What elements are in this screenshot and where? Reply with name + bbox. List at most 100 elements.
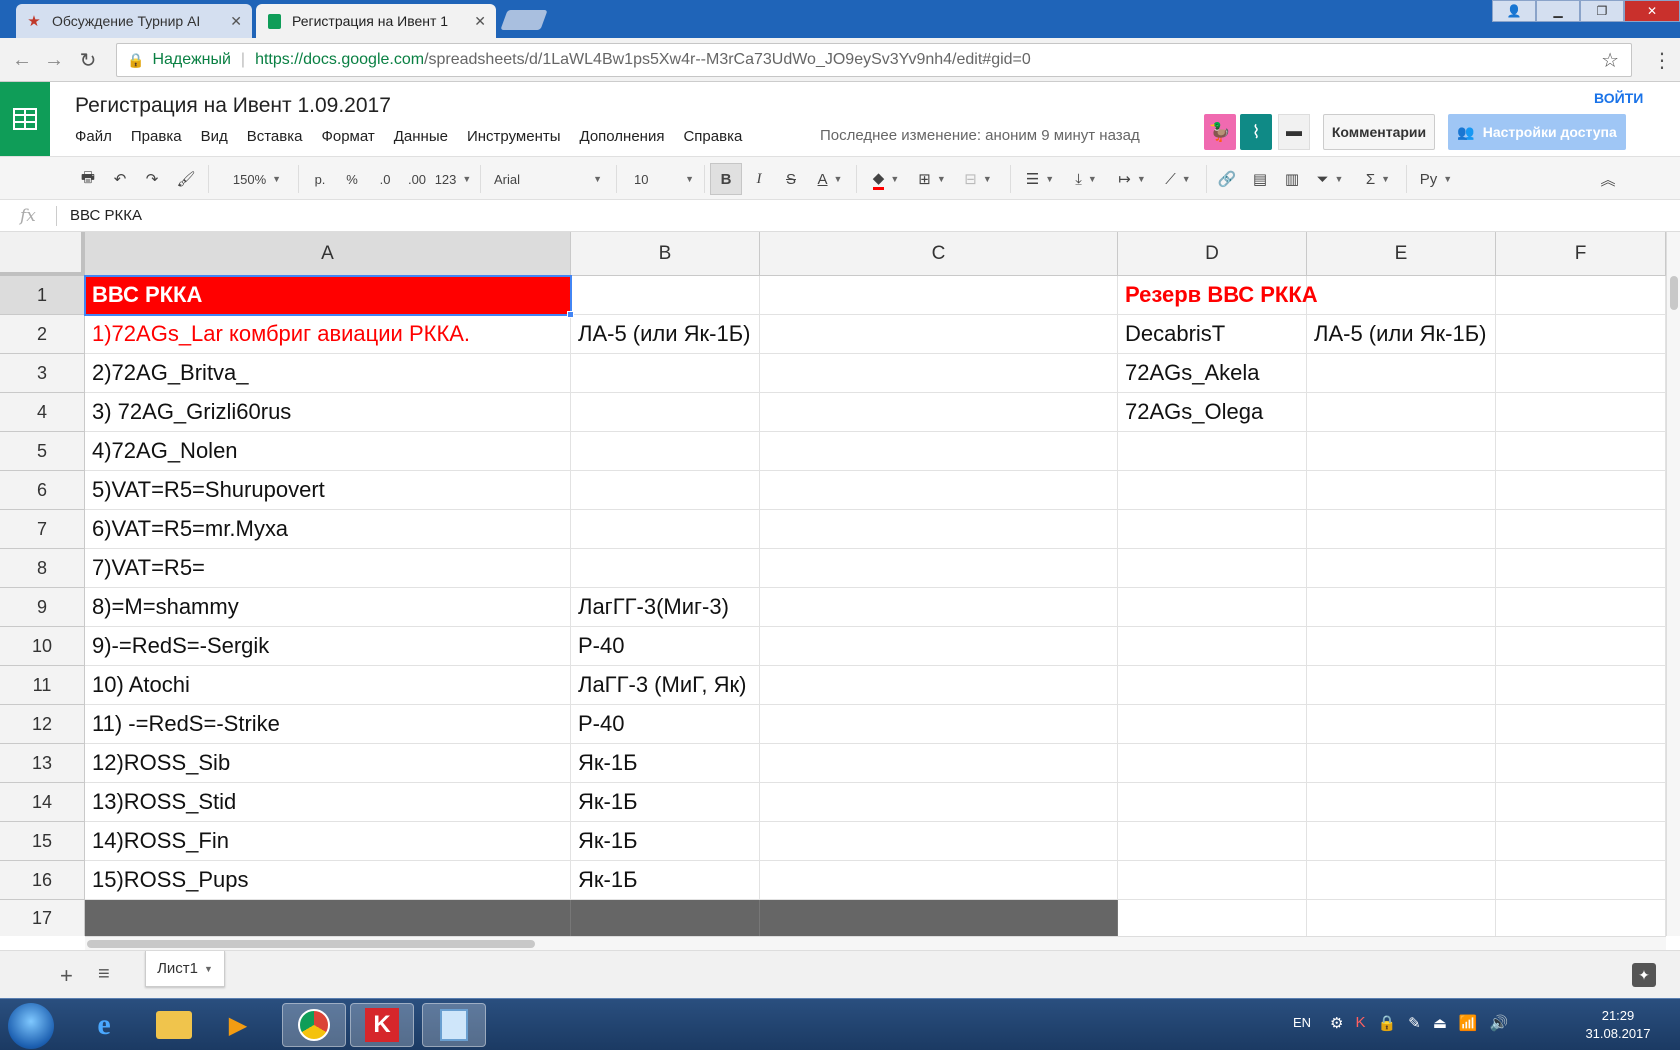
text-rotation-button[interactable]: ⟋ ▼ — [1160, 167, 1196, 191]
explore-icon[interactable]: ✦ — [1632, 963, 1656, 987]
currency-format-button[interactable]: р. — [310, 167, 330, 191]
italic-button[interactable]: I — [748, 167, 770, 191]
cell-f13[interactable] — [1496, 744, 1666, 783]
close-icon[interactable]: ✕ — [474, 13, 486, 30]
cell-b4[interactable] — [571, 393, 760, 432]
close-window-button[interactable]: ✕ — [1624, 0, 1680, 22]
url-input[interactable]: 🔒 Надежный | https://docs.google.com /sp… — [116, 43, 1632, 77]
horizontal-align-button[interactable]: ☰ ▼ — [1022, 167, 1058, 191]
reload-icon[interactable]: ↻ — [76, 48, 100, 72]
cell-e2[interactable]: ЛА-5 (или Як-1Б) — [1307, 315, 1496, 354]
cell-c7[interactable] — [760, 510, 1118, 549]
minimize-button[interactable]: ▁ — [1536, 0, 1580, 22]
cell-c8[interactable] — [760, 549, 1118, 588]
cell-a5[interactable]: 4)72AG_Nolen — [85, 432, 571, 471]
cell-f11[interactable] — [1496, 666, 1666, 705]
cell-a1[interactable]: ВВС РККА — [85, 276, 571, 315]
row-header-12[interactable]: 12 — [0, 705, 85, 744]
chat-icon[interactable]: ▬ — [1278, 114, 1310, 150]
cell-d7[interactable] — [1118, 510, 1307, 549]
anonymous-user-avatar[interactable]: ⌇ — [1240, 114, 1272, 150]
cell-d16[interactable] — [1118, 861, 1307, 900]
row-header-14[interactable]: 14 — [0, 783, 85, 822]
notepad-icon[interactable] — [422, 1003, 486, 1047]
add-sheet-icon[interactable]: + — [60, 963, 73, 989]
cell-d12[interactable] — [1118, 705, 1307, 744]
cell-c3[interactable] — [760, 354, 1118, 393]
cell-b16[interactable]: Як-1Б — [571, 861, 760, 900]
cell-a6[interactable]: 5)VAT=R5=Shurupovert — [85, 471, 571, 510]
cell-a16[interactable]: 15)ROSS_Pups — [85, 861, 571, 900]
cell-c2[interactable] — [760, 315, 1118, 354]
cell-f10[interactable] — [1496, 627, 1666, 666]
file-explorer-icon[interactable] — [142, 1003, 206, 1047]
cell-e9[interactable] — [1307, 588, 1496, 627]
media-player-icon[interactable]: ▶ — [206, 1003, 270, 1047]
cell-b5[interactable] — [571, 432, 760, 471]
more-formats-button[interactable]: 123 ▼ — [434, 167, 472, 191]
cell-d6[interactable] — [1118, 471, 1307, 510]
cell-f2[interactable] — [1496, 315, 1666, 354]
cell-d8[interactable] — [1118, 549, 1307, 588]
cell-a14[interactable]: 13)ROSS_Stid — [85, 783, 571, 822]
font-select[interactable]: Arial ▼ — [494, 167, 602, 191]
cell-f17[interactable] — [1496, 900, 1666, 936]
horizontal-scroll-thumb[interactable] — [87, 940, 535, 948]
security-icon[interactable]: 🔒 — [1377, 1014, 1396, 1032]
cell-d13[interactable] — [1118, 744, 1307, 783]
merge-cells-button[interactable]: ⊟ ▼ — [958, 167, 998, 191]
cell-b14[interactable]: Як-1Б — [571, 783, 760, 822]
paint-format-icon[interactable]: 🖌 — [174, 167, 198, 191]
kaspersky-tray-icon[interactable]: K — [1355, 1014, 1365, 1032]
row-header-9[interactable]: 9 — [0, 588, 85, 627]
cell-e14[interactable] — [1307, 783, 1496, 822]
cell-c12[interactable] — [760, 705, 1118, 744]
sheets-logo-icon[interactable] — [0, 82, 50, 156]
cell-b13[interactable]: Як-1Б — [571, 744, 760, 783]
doc-title[interactable]: Регистрация на Ивент 1.09.2017 — [75, 94, 391, 118]
cell-f14[interactable] — [1496, 783, 1666, 822]
cell-a4[interactable]: 3) 72AG_Grizli60rus — [85, 393, 571, 432]
cell-a9[interactable]: 8)=M=shammy — [85, 588, 571, 627]
cell-b11[interactable]: ЛаГГ-3 (МиГ, Як) — [571, 666, 760, 705]
cell-d9[interactable] — [1118, 588, 1307, 627]
internet-explorer-icon[interactable]: e — [72, 1003, 136, 1047]
filter-button[interactable]: ⏷ ▼ — [1312, 167, 1348, 191]
cell-f15[interactable] — [1496, 822, 1666, 861]
cell-a10[interactable]: 9)-=RedS=-Sergik — [85, 627, 571, 666]
cell-d15[interactable] — [1118, 822, 1307, 861]
cell-f4[interactable] — [1496, 393, 1666, 432]
cell-b12[interactable]: P-40 — [571, 705, 760, 744]
undo-icon[interactable]: ↶ — [108, 167, 132, 191]
cell-b17[interactable] — [571, 900, 760, 936]
cell-d10[interactable] — [1118, 627, 1307, 666]
cell-c10[interactable] — [760, 627, 1118, 666]
cell-c15[interactable] — [760, 822, 1118, 861]
cell-a3[interactable]: 2)72AG_Britva_ — [85, 354, 571, 393]
cell-f1[interactable] — [1496, 276, 1666, 315]
sheet-tab[interactable]: Лист1 ▼ — [145, 951, 225, 987]
cell-b7[interactable] — [571, 510, 760, 549]
menu-help[interactable]: Справка — [683, 128, 742, 145]
cell-e1[interactable] — [1307, 276, 1496, 315]
signin-link[interactable]: ВОЙТИ — [1594, 90, 1643, 106]
chart-icon[interactable]: ▥ — [1280, 167, 1304, 191]
borders-button[interactable]: ⊞ ▼ — [914, 167, 950, 191]
cell-c16[interactable] — [760, 861, 1118, 900]
cell-e3[interactable] — [1307, 354, 1496, 393]
horizontal-scrollbar[interactable] — [85, 936, 1666, 950]
row-header-13[interactable]: 13 — [0, 744, 85, 783]
cell-f12[interactable] — [1496, 705, 1666, 744]
all-sheets-icon[interactable]: ≡ — [98, 963, 110, 986]
cell-c5[interactable] — [760, 432, 1118, 471]
menu-addons[interactable]: Дополнения — [580, 128, 665, 145]
row-header-8[interactable]: 8 — [0, 549, 85, 588]
cell-b1[interactable] — [571, 276, 760, 315]
row-header-7[interactable]: 7 — [0, 510, 85, 549]
menu-file[interactable]: Файл — [75, 128, 112, 145]
cell-a7[interactable]: 6)VAT=R5=mr.Муха — [85, 510, 571, 549]
cell-e17[interactable] — [1307, 900, 1496, 936]
new-tab-button[interactable] — [500, 10, 548, 30]
cell-c6[interactable] — [760, 471, 1118, 510]
close-icon[interactable]: ✕ — [230, 13, 242, 30]
